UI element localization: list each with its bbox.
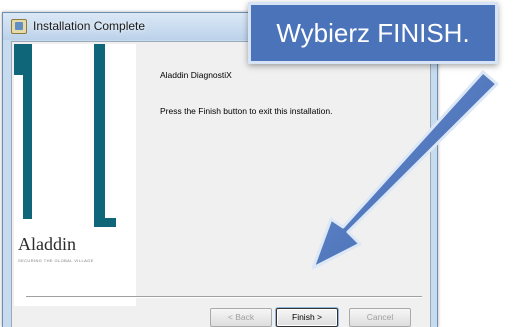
instruction-callout: Wybierz FINISH. <box>248 2 498 64</box>
separator <box>26 296 422 298</box>
banner-bar <box>94 44 105 227</box>
banner-bar <box>14 44 23 75</box>
banner-bar <box>23 44 32 219</box>
banner-bar <box>105 218 116 227</box>
cancel-button[interactable]: Cancel <box>349 308 411 327</box>
dialog-body: Aladdin SECURING THE GLOBAL VILLAGE Alad… <box>11 41 431 327</box>
back-button[interactable]: < Back <box>210 308 272 327</box>
window-title: Installation Complete <box>33 19 146 33</box>
aladdin-logo: Aladdin <box>18 234 76 254</box>
completion-message: Press the Finish button to exit this ins… <box>160 106 333 116</box>
aladdin-banner: Aladdin SECURING THE GLOBAL VILLAGE <box>14 44 136 306</box>
aladdin-tagline: SECURING THE GLOBAL VILLAGE <box>18 258 94 263</box>
finish-button[interactable]: Finish > <box>276 308 338 327</box>
product-heading: Aladdin DiagnostiX <box>160 70 232 80</box>
installer-icon <box>11 19 27 34</box>
